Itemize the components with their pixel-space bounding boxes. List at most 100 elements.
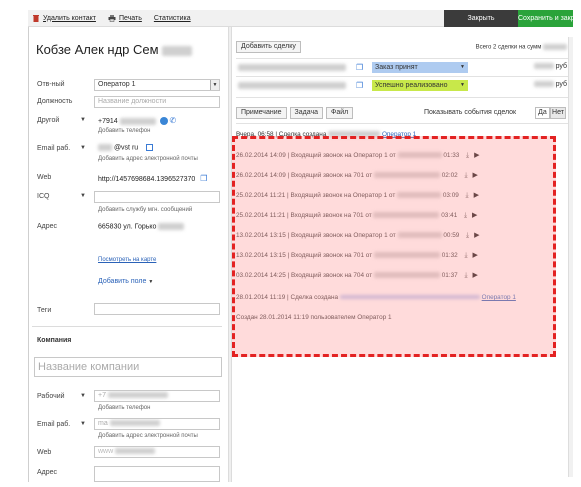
trash-icon <box>32 14 40 22</box>
tab-note[interactable]: Примечание <box>236 107 287 119</box>
chevron-down-icon: ▼ <box>148 279 154 285</box>
redacted-text <box>115 448 156 455</box>
email-label[interactable]: Email раб. <box>37 145 70 152</box>
scrollbar[interactable] <box>568 37 573 477</box>
top-toolbar: Удалить контакт Печать Статистика Закрыт… <box>28 10 581 27</box>
company-address-label: Адрес <box>37 469 58 476</box>
highlight-annotation <box>232 136 556 357</box>
show-deal-events-label: Показывать события сделок <box>424 109 517 116</box>
edit-icon[interactable] <box>146 144 154 151</box>
company-web-text: www <box>98 448 114 455</box>
redacted-text <box>238 64 346 71</box>
deal-row[interactable]: ❐ Заказ принят ▼ руб <box>236 61 569 75</box>
redacted-text <box>543 44 567 50</box>
company-address-input[interactable] <box>94 466 220 482</box>
show-map-link[interactable]: Посмотреть на карте <box>98 257 156 263</box>
divider <box>236 76 569 77</box>
address-label: Адрес <box>37 223 58 230</box>
statistics-label: Статистика <box>153 14 191 22</box>
deals-total-text: Всего 2 сделки на сумм <box>475 44 542 51</box>
add-deal-button[interactable]: Добавить сделку <box>236 41 301 53</box>
close-button[interactable]: Закрыть <box>444 10 518 27</box>
add-field-link[interactable]: Добавить поле ▼ <box>98 278 153 285</box>
statistics-link[interactable]: Статистика <box>154 15 191 22</box>
address-value[interactable]: 665830 ул. Горько <box>98 223 185 231</box>
show-events-no[interactable]: Нет <box>550 107 566 119</box>
copy-icon[interactable]: ❐ <box>356 63 365 72</box>
position-label: Должность <box>37 98 73 105</box>
phone-icon[interactable]: ✆ <box>170 116 177 125</box>
skype-icon[interactable] <box>159 117 168 126</box>
copy-icon[interactable]: ❐ <box>200 174 207 183</box>
company-phone-input[interactable]: +7 <box>94 390 220 402</box>
company-add-email-hint[interactable]: Добавить адрес электронной почты <box>98 433 198 439</box>
company-phone-label[interactable]: Рабочий <box>37 393 65 400</box>
responsible-select[interactable]: Оператор 1 ▼ <box>94 79 220 91</box>
chevron-down-icon[interactable]: ▼ <box>80 393 86 399</box>
web-text: http://1457698684.1396527370 <box>98 176 196 183</box>
event-tabs: Примечание Задача Файл <box>236 107 356 119</box>
deal-sum: руб <box>533 63 567 70</box>
add-field-label: Добавить поле <box>98 278 147 285</box>
company-add-phone-hint[interactable]: Добавить телефон <box>98 405 150 411</box>
company-email-text: ma <box>98 420 108 427</box>
chevron-down-icon: ▼ <box>460 82 465 88</box>
company-email-label[interactable]: Email раб. <box>37 421 70 428</box>
divider <box>236 58 569 59</box>
contact-name[interactable]: Кобзе Алек ндр Сем <box>36 42 193 57</box>
redacted-text <box>533 63 554 70</box>
phone-type-label[interactable]: Другой <box>37 117 59 124</box>
divider <box>32 326 222 327</box>
company-web-label: Web <box>37 449 52 456</box>
phone-value[interactable]: +7914 ✆ <box>98 116 177 126</box>
web-label: Web <box>37 174 52 181</box>
email-text: @vst ru <box>113 144 139 152</box>
company-phone-text: +7 <box>98 392 106 399</box>
save-and-close-button[interactable]: Сохранить и закрыть <box>518 10 581 27</box>
tags-input[interactable] <box>94 303 220 315</box>
deal-row[interactable]: ❐ Успешно реализовано ▼ руб <box>236 79 569 93</box>
redacted-text <box>107 392 168 399</box>
tags-label: Теги <box>37 307 52 314</box>
company-email-input[interactable]: ma <box>94 418 220 430</box>
redacted-text <box>162 45 193 56</box>
delete-contact-link[interactable]: Удалить контакт <box>32 14 96 22</box>
add-phone-hint[interactable]: Добавить телефон <box>98 128 150 134</box>
chevron-down-icon[interactable]: ▼ <box>80 193 86 199</box>
print-label: Печать <box>118 14 142 22</box>
deal-currency: руб <box>555 63 567 70</box>
print-link[interactable]: Печать <box>108 14 142 22</box>
icq-input[interactable] <box>94 191 220 203</box>
add-im-hint[interactable]: Добавить службу мгн. сообщений <box>98 207 192 213</box>
position-input[interactable]: Название должности <box>94 96 220 108</box>
deals-total: Всего 2 сделки на сумм <box>476 44 567 51</box>
deal-status-select[interactable]: Заказ принят ▼ <box>372 62 468 73</box>
chevron-down-icon: ▼ <box>460 64 465 70</box>
chevron-down-icon[interactable]: ▼ <box>80 117 86 123</box>
chevron-down-icon[interactable]: ▼ <box>80 421 86 427</box>
chevron-down-icon[interactable]: ▼ <box>80 145 86 151</box>
contact-panel: Кобзе Алек ндр Сем Отв-ный Оператор 1 ▼ … <box>32 27 226 482</box>
add-email-hint[interactable]: Добавить адрес электронной почты <box>98 156 198 162</box>
divider <box>236 123 569 124</box>
tab-task[interactable]: Задача <box>289 107 324 119</box>
tab-file[interactable]: Файл <box>326 107 354 119</box>
web-value[interactable]: http://1457698684.1396527370 ❐ <box>98 174 207 183</box>
redacted-text <box>533 81 554 88</box>
deal-status-text: Успешно реализовано <box>375 82 448 89</box>
deal-sum: руб <box>533 81 567 88</box>
phone-text: +7914 <box>98 118 118 125</box>
redacted-text <box>98 144 112 151</box>
email-value[interactable]: @vst ru <box>98 144 154 152</box>
icq-label[interactable]: ICQ <box>37 193 49 200</box>
redacted-text <box>109 420 160 427</box>
deal-currency: руб <box>555 81 567 88</box>
deal-status-select[interactable]: Успешно реализовано ▼ <box>372 80 468 91</box>
company-name-input[interactable]: Название компании <box>34 357 222 377</box>
redacted-text <box>119 117 156 125</box>
company-web-input[interactable]: www <box>94 446 220 458</box>
show-events-yes[interactable]: Да <box>535 107 550 119</box>
contact-name-text: Кобзе Алек ндр Сем <box>36 42 159 57</box>
address-text: 665830 ул. Горько <box>98 223 157 231</box>
copy-icon[interactable]: ❐ <box>356 81 365 90</box>
